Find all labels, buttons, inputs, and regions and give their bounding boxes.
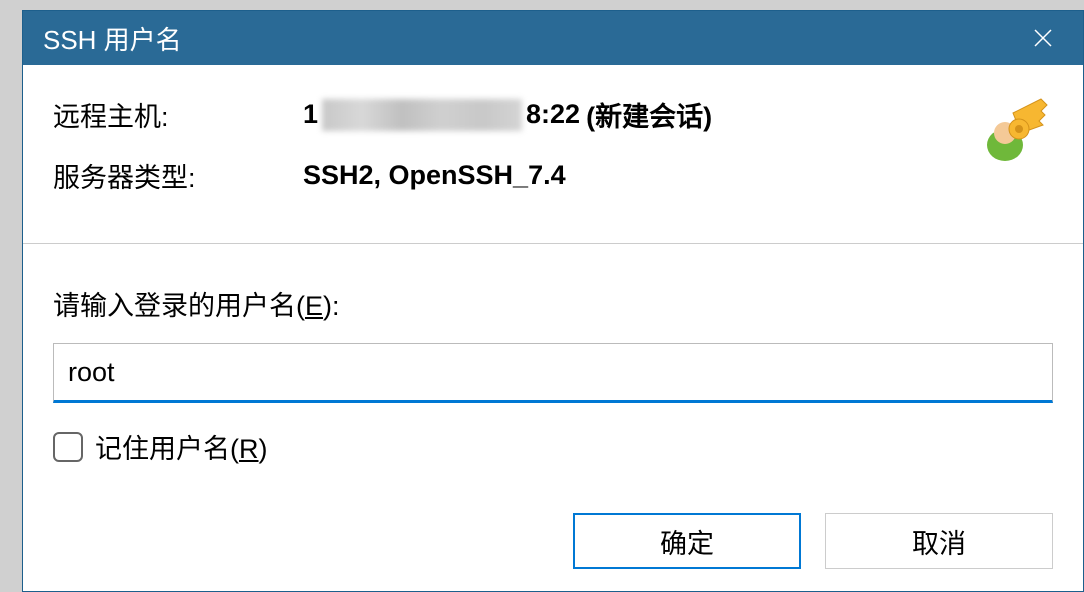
input-section: 请输入登录的用户名(E): 记住用户名(R) <box>23 244 1083 513</box>
close-button[interactable] <box>1023 18 1063 58</box>
remember-username-checkbox[interactable] <box>53 432 83 462</box>
session-label: (新建会话) <box>586 95 712 134</box>
server-type-value: SSH2, OpenSSH_7.4 <box>303 160 566 191</box>
remote-host-label: 远程主机: <box>53 95 303 134</box>
ssh-key-icon <box>983 93 1055 165</box>
remote-host-suffix: 8:22 <box>526 99 580 130</box>
remember-username-label[interactable]: 记住用户名(R) <box>95 427 268 466</box>
cancel-button[interactable]: 取消 <box>825 513 1053 569</box>
server-type-row: 服务器类型: SSH2, OpenSSH_7.4 <box>53 156 1053 195</box>
remember-label-prefix: 记住用户名( <box>95 434 239 464</box>
close-icon <box>1031 26 1055 50</box>
ok-button[interactable]: 确定 <box>573 513 801 569</box>
username-label-accel: E <box>305 291 323 321</box>
remote-host-value: 1 8:22 (新建会话) <box>303 95 712 134</box>
dialog-title: SSH 用户名 <box>43 20 1023 57</box>
info-section: 远程主机: 1 8:22 (新建会话) 服务器类型: SSH2, OpenSSH… <box>23 65 1083 244</box>
titlebar: SSH 用户名 <box>23 11 1083 65</box>
remember-label-suffix: ) <box>259 434 268 464</box>
username-label-prefix: 请输入登录的用户名( <box>53 291 305 321</box>
redacted-host <box>322 99 522 131</box>
username-input[interactable] <box>53 343 1053 403</box>
username-label-suffix: ): <box>323 291 340 321</box>
remember-label-accel: R <box>239 434 259 464</box>
server-type-label: 服务器类型: <box>53 156 303 195</box>
remember-username-row: 记住用户名(R) <box>53 427 1053 466</box>
remote-host-row: 远程主机: 1 8:22 (新建会话) <box>53 95 1053 134</box>
username-label: 请输入登录的用户名(E): <box>53 284 1053 323</box>
ssh-username-dialog: SSH 用户名 远程主机: 1 8:22 (新建会话) 服务器类型: SSH2,… <box>22 10 1084 592</box>
button-row: 确定 取消 <box>23 513 1083 591</box>
remote-host-prefix: 1 <box>303 99 318 130</box>
